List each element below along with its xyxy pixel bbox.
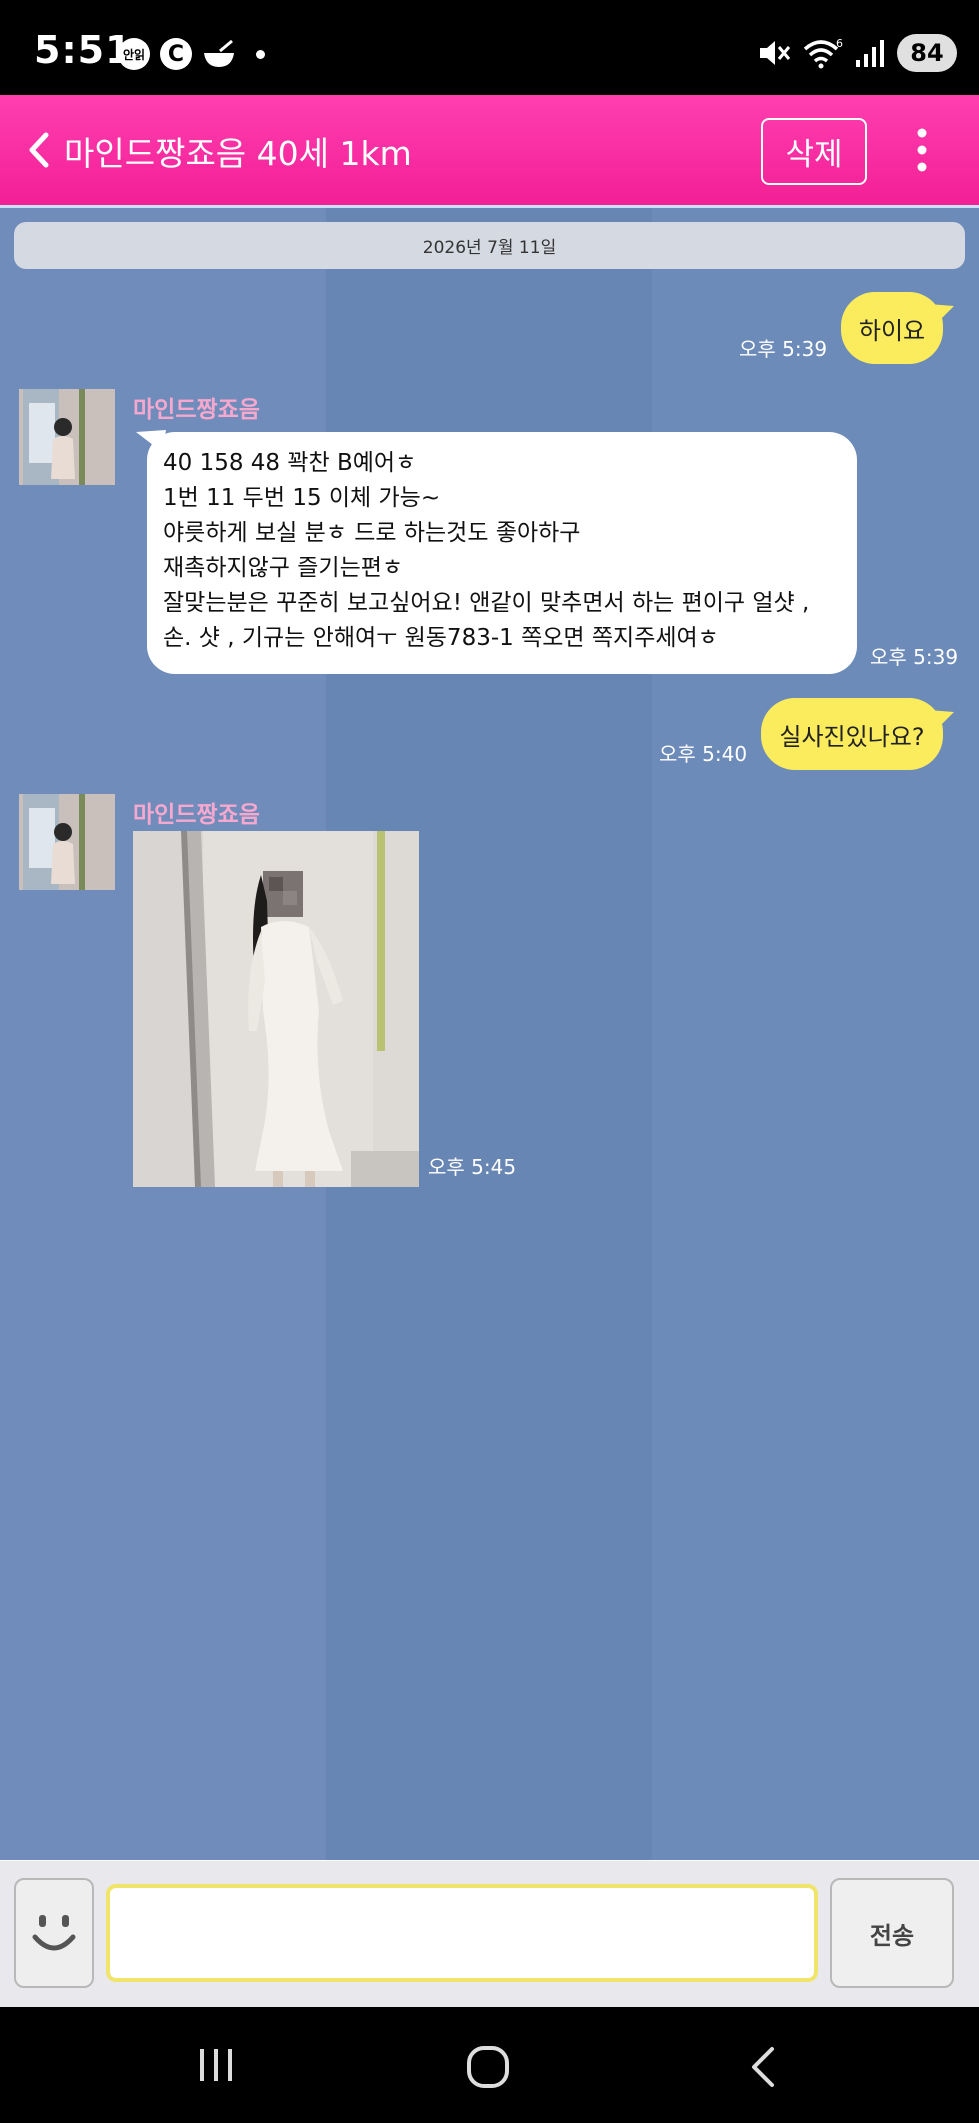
- message-line: 잘맞는분은 꾸준히 보고싶어요! 앤같이 맞추면서 하는 편이구 얼샷 ,: [163, 590, 810, 616]
- smiley-icon: [32, 1915, 76, 1951]
- food-app-notification-icon: [202, 38, 236, 70]
- sender-name: 마인드짱죠음: [133, 802, 260, 828]
- back-icon[interactable]: [748, 2045, 778, 2089]
- emoji-button[interactable]: [14, 1878, 94, 1988]
- message-input-bar: 전송: [0, 1860, 979, 2007]
- delete-button[interactable]: 삭제: [761, 118, 867, 185]
- wifi-icon: 6: [803, 37, 843, 69]
- message-time: 오후 5:40: [659, 742, 748, 766]
- recent-apps-icon[interactable]: [196, 2045, 236, 2085]
- bubble-tail: [928, 304, 954, 326]
- message-text: 하이요: [858, 316, 926, 345]
- sender-name: 마인드짱죠음: [133, 397, 260, 423]
- system-navigation-bar: [0, 2007, 979, 2123]
- message-line: 야릇하게 보실 분ㅎ 드로 하는것도 좋아하구: [163, 520, 581, 546]
- message-line: 1번 11 두번 15 이체 가능~: [163, 485, 441, 511]
- bubble-tail: [928, 710, 954, 732]
- sender-avatar[interactable]: [19, 794, 115, 890]
- photo-message[interactable]: [133, 831, 419, 1187]
- sender-avatar[interactable]: [19, 389, 115, 485]
- message-time: 오후 5:45: [428, 1155, 517, 1179]
- c-app-notification-icon: C: [160, 38, 192, 70]
- message-line: 재촉하지않구 즐기는편ㅎ: [163, 555, 404, 581]
- signal-icon: [856, 40, 884, 67]
- chat-area[interactable]: 2026년 7월 11일 오후 5:39 하이요 마인드짱죠음 40 158 4…: [0, 208, 979, 1860]
- date-divider: 2026년 7월 11일: [14, 222, 965, 269]
- talk-notification-icon: 안읽: [118, 38, 150, 70]
- my-message-bubble[interactable]: 실사진있나요?: [761, 698, 943, 770]
- notification-icons: 안읽 C: [118, 38, 265, 70]
- more-options-icon[interactable]: [911, 127, 933, 173]
- system-icons: 6 84: [757, 34, 957, 72]
- status-bar: 5:51 안읽 C 6 84: [0, 0, 979, 95]
- chat-header: 마인드짱죠음 40세 1km 삭제: [0, 95, 979, 205]
- home-icon[interactable]: [466, 2045, 510, 2089]
- my-message-bubble[interactable]: 하이요: [841, 292, 943, 364]
- mute-icon: [760, 41, 791, 65]
- message-line: 손. 샷 , 기규는 안해여ㅜ 원동783-1 쪽오면 쪽지주세여ㅎ: [163, 625, 719, 651]
- message-text: 실사진있나요?: [779, 722, 925, 751]
- battery-indicator: 84: [897, 34, 957, 72]
- message-time: 오후 5:39: [870, 645, 959, 669]
- their-message-bubble[interactable]: 40 158 48 꽉찬 B예어ㅎ 1번 11 두번 15 이체 가능~ 야릇하…: [147, 432, 857, 674]
- more-notifications-dot: [256, 49, 265, 59]
- chat-title: 마인드짱죠음 40세 1km: [64, 134, 412, 173]
- message-input[interactable]: [106, 1884, 818, 1982]
- back-arrow-icon[interactable]: [22, 131, 56, 169]
- message-line: 40 158 48 꽉찬 B예어ㅎ: [163, 450, 417, 476]
- message-time: 오후 5:39: [739, 337, 828, 361]
- svg-text:6: 6: [836, 37, 843, 50]
- send-button[interactable]: 전송: [830, 1878, 954, 1988]
